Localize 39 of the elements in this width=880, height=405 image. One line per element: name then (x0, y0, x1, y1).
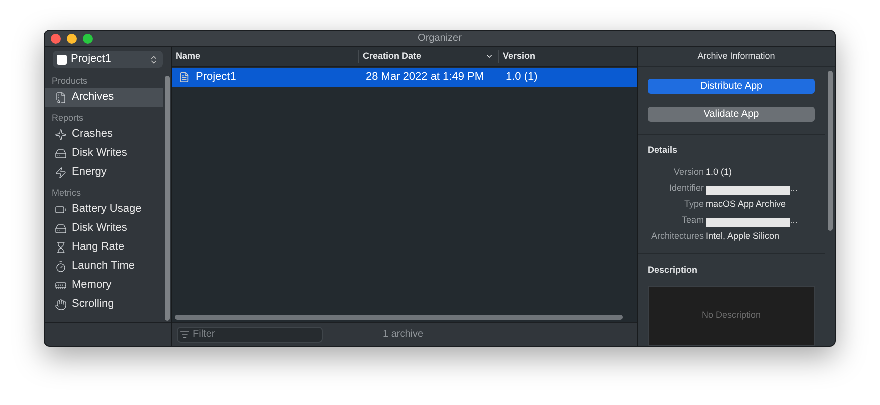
section-header: Reports (51, 112, 85, 125)
sidebar-item[interactable]: Archives (45, 88, 163, 107)
sidebar-item[interactable]: Launch Time (45, 257, 163, 276)
column-header[interactable]: Name (172, 50, 359, 64)
sidebar-item[interactable]: Scrolling (45, 295, 163, 314)
detail-label: Team (680, 214, 705, 227)
table-row[interactable]: Project1 28 Mar 2022 at 1:49 PM 1.0 (1) (172, 68, 637, 87)
sidebar-item[interactable]: Disk Writes (45, 144, 163, 163)
detail-value: macOS App Archive (706, 198, 786, 211)
column-header[interactable]: Creation Date (359, 50, 499, 64)
section-title: Description (648, 264, 699, 277)
validate-button[interactable]: Validate App (648, 107, 815, 122)
sidebar-item[interactable]: Memory (45, 276, 163, 295)
detail-value: … (790, 214, 798, 226)
detail-label: Version (672, 166, 705, 179)
detail-label: Type (683, 198, 705, 211)
sidebar-item[interactable]: Battery Usage (45, 200, 163, 219)
detail-value: Intel, Apple Silicon (706, 230, 780, 243)
panel-title: Archive Information (698, 50, 776, 63)
table-cell-text: 1.0 (1) (505, 70, 538, 86)
detail-label: Identifier (668, 182, 705, 195)
table-cell-text: 28 Mar 2022 at 1:49 PM (365, 70, 486, 86)
sidebar-item[interactable]: Disk Writes (45, 219, 163, 238)
sidebar-item[interactable]: Crashes (45, 125, 163, 144)
section-header: Products (51, 75, 89, 88)
detail-value: … (790, 182, 798, 194)
archive-count: 1 archive (383, 328, 424, 342)
table-cell-text: Project1 (196, 70, 236, 86)
project-picker[interactable]: Project1 (53, 51, 163, 68)
window-title: Organizer (418, 32, 462, 46)
sidebar-item[interactable]: Energy (45, 163, 163, 182)
section-header: Metrics (51, 187, 82, 200)
detail-value: 1.0 (1) (706, 166, 732, 179)
filter-field[interactable]: Filter (177, 326, 323, 342)
distribute-button[interactable]: Distribute App (648, 79, 815, 94)
section-title: Details (648, 144, 679, 157)
column-header[interactable]: Version (499, 50, 540, 64)
detail-label: Architectures (650, 230, 705, 243)
sidebar-item[interactable]: Hang Rate (45, 238, 163, 257)
